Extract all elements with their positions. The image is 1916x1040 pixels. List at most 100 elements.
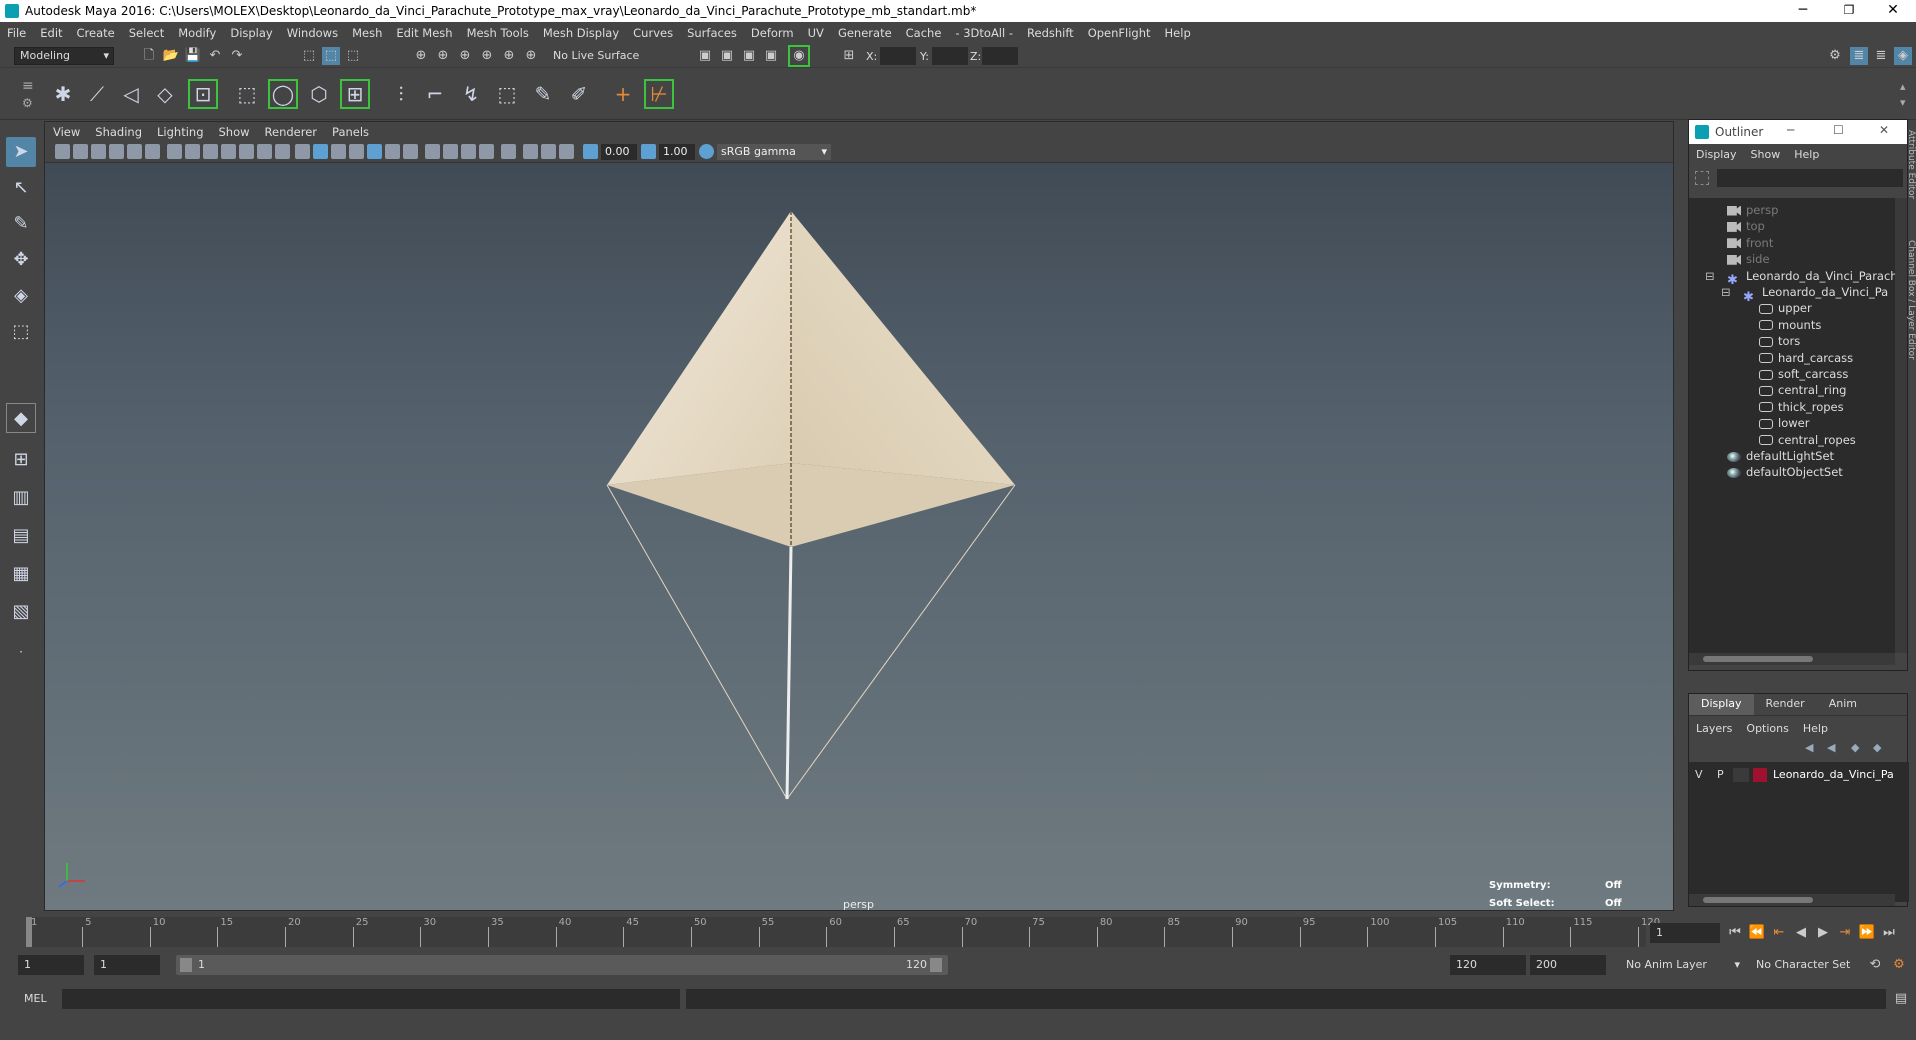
restore-button[interactable]: ❐	[1826, 0, 1872, 22]
menu-redshift[interactable]: Redshift	[1020, 26, 1081, 40]
menu-surfaces[interactable]: Surfaces	[680, 26, 744, 40]
viewport-persp[interactable]: View Shading Lighting Show Renderer Panels 0.…	[44, 121, 1674, 911]
menu-mesh[interactable]: Mesh	[345, 26, 389, 40]
layer-tab-render[interactable]: Render	[1754, 694, 1817, 715]
ipr-render-icon[interactable]: ▣	[740, 47, 758, 65]
mode-selector[interactable]: Modeling ▾	[14, 47, 114, 65]
smooth-shade-icon[interactable]	[313, 144, 328, 159]
outliner-menu-show[interactable]: Show	[1744, 148, 1788, 161]
viewport-menu-shading[interactable]: Shading	[87, 125, 149, 139]
layer-color-swatch[interactable]	[1753, 768, 1767, 782]
select-component-icon[interactable]: ⬚	[344, 47, 362, 65]
lights-icon[interactable]	[367, 144, 382, 159]
range-slider[interactable]: 1 120	[176, 955, 948, 975]
viewport-menu-view[interactable]: View	[45, 125, 87, 139]
color-management-icon[interactable]	[699, 144, 714, 159]
isolate-select-icon[interactable]	[479, 144, 494, 159]
xray-icon[interactable]	[501, 144, 516, 159]
uv-select-icon[interactable]: ◇	[150, 79, 180, 109]
go-to-end-icon[interactable]: ⏭	[1880, 924, 1898, 942]
select-tool-icon[interactable]: ➤	[6, 137, 36, 167]
four-view-icon[interactable]: ⊞	[6, 445, 36, 475]
current-frame-marker[interactable]	[26, 917, 32, 947]
gamma-icon[interactable]	[641, 144, 656, 159]
outliner-maximize-button[interactable]: ☐	[1833, 123, 1844, 137]
ambient-occlusion-icon[interactable]	[403, 144, 418, 159]
step-forward-frame-icon[interactable]: ⇥	[1836, 924, 1854, 942]
attribute-editor-tab[interactable]: Attribute Editor	[1906, 130, 1916, 199]
safe-title-icon[interactable]	[275, 144, 290, 159]
anim-start-field[interactable]: 1	[18, 955, 84, 975]
layer-row[interactable]: V P Leonardo_da_Vinci_Pa	[1689, 766, 1895, 784]
shelf-settings-icon[interactable]: ⚙	[22, 96, 33, 110]
step-forward-key-icon[interactable]: ⏩	[1858, 924, 1876, 942]
save-scene-icon[interactable]: 💾	[184, 47, 202, 65]
menu-modify[interactable]: Modify	[171, 26, 223, 40]
menu-generate[interactable]: Generate	[831, 26, 899, 40]
side-by-side-icon[interactable]: ▥	[6, 483, 36, 513]
parachute-model[interactable]	[606, 211, 1016, 800]
new-scene-icon[interactable]: 🗋	[140, 47, 158, 65]
textured-icon[interactable]	[349, 144, 364, 159]
shelf-scroll-down-icon[interactable]: ▾	[1900, 96, 1906, 109]
outliner-search-input[interactable]	[1717, 169, 1903, 187]
range-start-handle[interactable]	[180, 958, 192, 972]
snap-edge-icon[interactable]: ⊕	[522, 47, 540, 65]
select-hierarchy-icon[interactable]: ⬚	[300, 47, 318, 65]
image-plane-icon[interactable]	[109, 144, 124, 159]
layer-display-type[interactable]	[1733, 768, 1749, 782]
render-frame-icon[interactable]: ▣	[718, 47, 736, 65]
field-chart-icon[interactable]	[239, 144, 254, 159]
menu-cache[interactable]: Cache	[899, 26, 949, 40]
snap-point-icon[interactable]: ⊕	[456, 47, 474, 65]
xray-active-icon[interactable]	[523, 144, 538, 159]
script-editor-icon[interactable]: ▤	[1892, 990, 1910, 1008]
outliner-menu-display[interactable]: Display	[1689, 148, 1744, 161]
resolution-gate-icon[interactable]	[203, 144, 218, 159]
go-to-start-icon[interactable]: ⏮	[1726, 924, 1744, 942]
snap-surface-icon[interactable]: ⊕	[500, 47, 518, 65]
anim-end-field[interactable]: 200	[1530, 955, 1606, 975]
render-settings-icon[interactable]: ▣	[762, 47, 780, 65]
menu-mesh-display[interactable]: Mesh Display	[536, 26, 626, 40]
x-field[interactable]	[880, 47, 916, 65]
face-select-icon[interactable]: ◁	[116, 79, 146, 109]
menu-edit-mesh[interactable]: Edit Mesh	[389, 26, 459, 40]
layer-hscrollbar[interactable]	[1689, 894, 1895, 906]
menu-edit[interactable]: Edit	[33, 26, 69, 40]
film-gate-icon[interactable]	[185, 144, 200, 159]
outliner-hscroll-thumb[interactable]	[1703, 656, 1813, 662]
current-frame-field[interactable]: 1	[1650, 923, 1720, 943]
custom-tool-icon[interactable]: ⊬	[644, 79, 674, 109]
gamma-field[interactable]: 1.00	[659, 144, 695, 160]
step-back-frame-icon[interactable]: ⇤	[1770, 924, 1788, 942]
layer-editor-toggle-icon[interactable]: ◈	[1894, 47, 1912, 65]
time-slider-track[interactable]: 1 5 10 15 20 25 30 35 40 45 50 55 60 65 70 75 80 85 90 95 10…	[26, 917, 1660, 947]
rotate-tool-icon[interactable]: ◈	[6, 281, 36, 311]
new-layer-selected-icon[interactable]: ◆	[1873, 741, 1881, 754]
collapse-icon[interactable]: ⊟	[1721, 282, 1731, 302]
redo-icon[interactable]: ↷	[228, 47, 246, 65]
z-field[interactable]	[982, 47, 1018, 65]
menu-openflight[interactable]: OpenFlight	[1081, 26, 1158, 40]
bookmark-icon[interactable]	[91, 144, 106, 159]
menu-help[interactable]: Help	[1158, 26, 1198, 40]
snap-curve-icon[interactable]: ⊕	[434, 47, 452, 65]
move-layer-up-icon[interactable]: ◀	[1805, 741, 1813, 754]
play-backward-icon[interactable]: ◀	[1792, 924, 1810, 942]
close-button[interactable]: ✕	[1870, 0, 1916, 22]
offset-loop-icon[interactable]: ✐	[564, 79, 594, 109]
command-input[interactable]	[62, 989, 680, 1009]
safe-action-icon[interactable]	[257, 144, 272, 159]
undo-icon[interactable]: ↶	[206, 47, 224, 65]
multi-cut-icon[interactable]: ✱	[48, 79, 78, 109]
shelf-scroll-up-icon[interactable]: ▴	[1900, 80, 1906, 93]
live-surface-field[interactable]: No Live Surface	[553, 47, 649, 65]
extrude-icon[interactable]: ⊡	[188, 79, 218, 109]
color-space-dropdown[interactable]: sRGB gamma ▾	[717, 144, 831, 160]
menu-select[interactable]: Select	[122, 26, 171, 40]
anti-alias-icon[interactable]	[443, 144, 458, 159]
anim-prefs-icon[interactable]: ⚙	[1890, 956, 1908, 974]
minimize-button[interactable]: ─	[1780, 0, 1826, 22]
lasso-tool-icon[interactable]: ↖	[6, 173, 36, 203]
